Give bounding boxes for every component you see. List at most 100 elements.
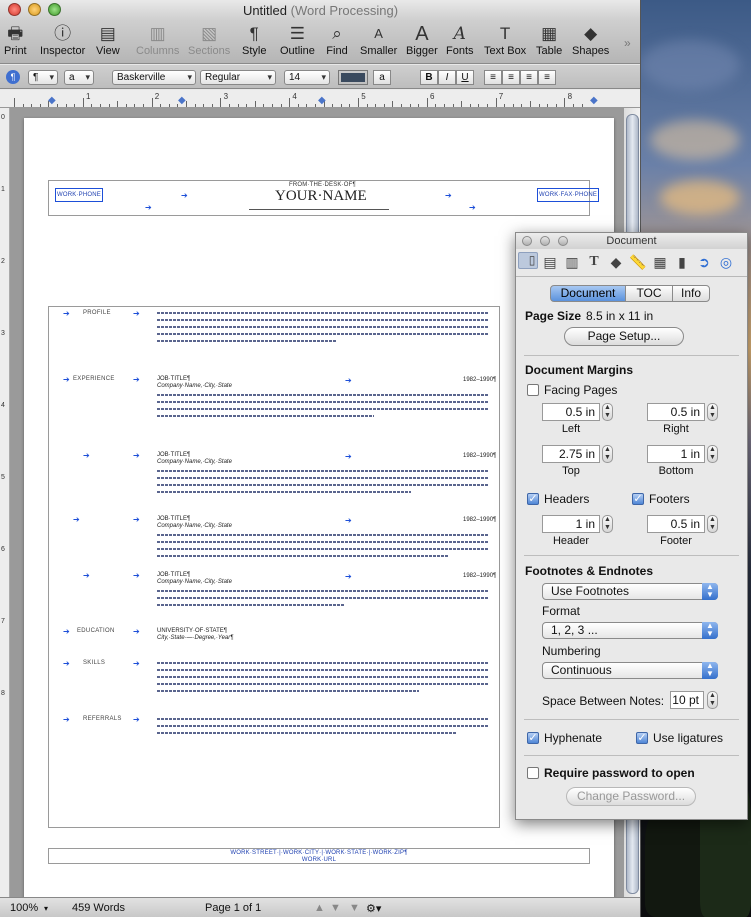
hyphenate-checkbox[interactable]: ✓: [527, 732, 539, 744]
toolbar-button-label: Text Box: [484, 45, 527, 57]
ruler-tick: [297, 104, 299, 107]
table-inspector-icon[interactable]: ▦: [650, 252, 670, 272]
bold-button[interactable]: B: [420, 70, 438, 85]
gear-icon[interactable]: ⚙▾: [366, 902, 381, 915]
inspector-minimize-button[interactable]: [540, 236, 550, 246]
paragraph-style-popup[interactable]: ¶: [28, 70, 58, 85]
view-toolbar-button[interactable]: ▤ View: [96, 22, 120, 62]
top-margin-field[interactable]: 2.75 in: [542, 445, 600, 463]
horizontal-ruler[interactable]: 1 2 3 4 5 6 7 8 ◆ ◆ ◆ ◆: [0, 90, 640, 108]
work-fax-field[interactable]: WORK·FAX·PHONE: [537, 188, 600, 202]
space-between-field[interactable]: 10 pt: [670, 691, 704, 709]
layout-inspector-icon[interactable]: ▤: [540, 252, 560, 272]
footer-margin-field[interactable]: 0.5 in: [647, 515, 705, 533]
character-style-popup[interactable]: a: [64, 70, 94, 85]
page-up-icon[interactable]: ▲: [314, 902, 325, 914]
headers-checkbox[interactable]: ✓: [527, 493, 539, 505]
tab-arrow-icon: ➔: [345, 572, 352, 581]
footer-frame[interactable]: WORK·STREET·|·WORK·CITY·|·WORK·STATE·|·W…: [48, 848, 590, 864]
placeholder-text-line: [157, 548, 489, 550]
fonts-toolbar-button[interactable]: A Fonts: [446, 22, 474, 62]
tab-stop-marker[interactable]: ◆: [48, 95, 56, 106]
ruler-tick: [375, 104, 377, 107]
inspector-close-button[interactable]: [522, 236, 532, 246]
tab-arrow-icon: ➔: [83, 571, 90, 580]
right-margin-stepper[interactable]: ▲ ▼: [707, 403, 718, 421]
zoom-chevron-icon[interactable]: ▾: [44, 904, 48, 913]
metrics-inspector-icon[interactable]: 📏: [628, 252, 648, 272]
font-size-popup[interactable]: 14: [284, 70, 330, 85]
left-margin-stepper[interactable]: ▲ ▼: [602, 403, 613, 421]
tab-arrow-icon: ➔: [345, 376, 352, 385]
graphic-inspector-icon[interactable]: ◆: [606, 252, 626, 272]
top-margin-stepper[interactable]: ▲ ▼: [602, 445, 613, 463]
inspector-toolbar-button[interactable]: ⓘ Inspector: [40, 22, 85, 62]
space-between-stepper[interactable]: ▲ ▼: [707, 691, 718, 709]
smaller-toolbar-button[interactable]: A Smaller: [360, 22, 397, 62]
placeholder-text-line: [157, 394, 489, 396]
text-box-toolbar-button[interactable]: T Text Box: [484, 22, 526, 62]
chevron-right-icon[interactable]: »: [624, 36, 631, 50]
align-center-button[interactable]: ≡: [502, 70, 520, 85]
justify-button[interactable]: ≡: [538, 70, 556, 85]
ruler-number: 1: [1, 186, 5, 193]
table-toolbar-button[interactable]: ▦ Table: [536, 22, 562, 62]
bottom-margin-stepper[interactable]: ▲ ▼: [707, 445, 718, 463]
header-margin-field[interactable]: 1 in: [542, 515, 600, 533]
body-table[interactable]: ➔ PROFILE ➔ ➔ EXPERIENCE ➔ JOB·TITLE¶ Company·N…: [48, 306, 500, 828]
highlight-color-button[interactable]: a: [373, 70, 391, 85]
font-style-popup[interactable]: Regular: [200, 70, 276, 85]
page-down-icon[interactable]: ▼: [330, 902, 341, 914]
header-margin-stepper[interactable]: ▲ ▼: [602, 515, 613, 533]
align-right-button[interactable]: ≡: [520, 70, 538, 85]
inspector-zoom-button[interactable]: [558, 236, 568, 246]
columns-toolbar-button[interactable]: ▥ Columns: [136, 22, 179, 62]
numbering-popup[interactable]: Continuous ▲ ▼: [542, 662, 718, 679]
password-checkbox[interactable]: [527, 767, 539, 779]
outline-toolbar-button[interactable]: ☰ Outline: [280, 22, 315, 62]
header-frame[interactable]: FROM·THE·DESK·OF¶ YOUR·NAME WORK·PHONE W…: [48, 180, 600, 216]
tab-stop-marker[interactable]: ◆: [178, 95, 186, 106]
document-inspector-icon[interactable]: ▯: [518, 252, 538, 269]
tab-stop-marker[interactable]: ◆: [318, 95, 326, 106]
link-inspector-icon[interactable]: ➲: [694, 252, 714, 272]
page-last-icon[interactable]: ▼: [349, 902, 360, 914]
change-password-button[interactable]: Change Password...: [566, 787, 696, 806]
style-toolbar-button[interactable]: ¶ Style: [242, 22, 266, 62]
view-icon: ▤: [99, 24, 116, 43]
underline-button[interactable]: U: [456, 70, 474, 85]
print-toolbar-button[interactable]: 🖶 Print: [4, 22, 27, 62]
inspector-title-bar[interactable]: Document: [516, 233, 747, 249]
left-margin-field[interactable]: 0.5 in: [542, 403, 600, 421]
wrap-inspector-icon[interactable]: ▥: [562, 252, 582, 272]
font-family-popup[interactable]: Baskerville: [112, 70, 196, 85]
footer-margin-stepper[interactable]: ▲ ▼: [707, 515, 718, 533]
footers-checkbox[interactable]: ✓: [632, 493, 644, 505]
ligatures-checkbox[interactable]: ✓: [636, 732, 648, 744]
zoom-level[interactable]: 100%: [10, 902, 38, 914]
tab-info[interactable]: Info: [672, 285, 710, 302]
tab-toc[interactable]: TOC: [625, 285, 673, 302]
sections-toolbar-button[interactable]: ▧ Sections: [188, 22, 230, 62]
bigger-toolbar-button[interactable]: A Bigger: [406, 22, 438, 62]
text-color-well[interactable]: [338, 70, 368, 85]
align-left-button[interactable]: ≡: [484, 70, 502, 85]
page-setup-button[interactable]: Page Setup...: [564, 327, 684, 346]
footnote-mode-popup[interactable]: Use Footnotes ▲ ▼: [542, 583, 718, 600]
right-margin-field[interactable]: 0.5 in: [647, 403, 705, 421]
styles-drawer-icon[interactable]: ¶: [6, 70, 20, 84]
tab-document[interactable]: Document: [550, 285, 626, 302]
header-rule: [249, 209, 389, 210]
quicktime-inspector-icon[interactable]: ◎: [716, 252, 736, 272]
chart-inspector-icon[interactable]: ▮: [672, 252, 692, 272]
text-inspector-icon[interactable]: T: [584, 252, 604, 272]
shapes-toolbar-button[interactable]: ◆ Shapes: [572, 22, 609, 62]
tab-stop-marker[interactable]: ◆: [590, 95, 598, 106]
italic-button[interactable]: I: [438, 70, 456, 85]
footnote-format-popup[interactable]: 1, 2, 3 ... ▲ ▼: [542, 622, 718, 639]
find-toolbar-button[interactable]: ⌕ Find: [326, 22, 348, 62]
work-phone-field[interactable]: WORK·PHONE: [55, 188, 103, 202]
bottom-margin-field[interactable]: 1 in: [647, 445, 705, 463]
title-bar[interactable]: Untitled (Word Processing): [0, 0, 640, 20]
facing-pages-checkbox[interactable]: [527, 384, 539, 396]
